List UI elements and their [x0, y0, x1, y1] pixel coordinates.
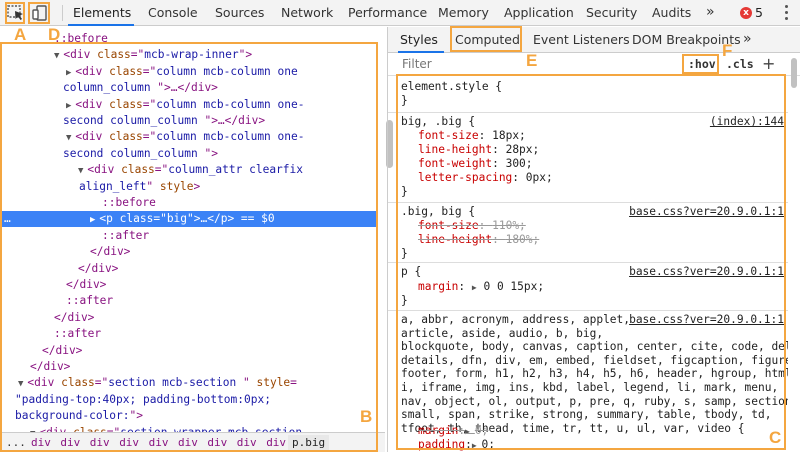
error-icon[interactable]: x — [740, 7, 752, 19]
annotation-label-d: D — [48, 25, 61, 44]
tab-console[interactable]: Console — [148, 0, 198, 26]
styles-scrollbar[interactable] — [791, 58, 797, 88]
tab-memory[interactable]: Memory — [438, 0, 489, 26]
more-tabs-chevron-icon[interactable]: » — [743, 27, 752, 52]
tab-network[interactable]: Network — [281, 0, 333, 26]
new-rule-plus-icon[interactable]: + — [762, 54, 775, 73]
tab-security[interactable]: Security — [586, 0, 637, 26]
more-tabs-chevron-icon[interactable]: » — [706, 0, 715, 26]
tab-styles[interactable]: Styles — [400, 27, 438, 52]
annotation-box-b — [0, 42, 378, 452]
annotation-box-e — [450, 26, 522, 52]
toolbar-divider — [62, 5, 63, 21]
annotation-label-e: E — [526, 51, 538, 70]
annotation-label-b: B — [360, 407, 373, 426]
annotation-label-f: F — [722, 41, 733, 60]
kebab-menu-icon[interactable] — [785, 5, 789, 21]
annotation-box-a — [5, 2, 25, 24]
annotation-box-c — [396, 74, 786, 450]
devtools-toolbar: Elements Console Sources Network Perform… — [0, 0, 800, 26]
styles-filter-bar: :hov .cls + — [388, 54, 800, 76]
filter-input[interactable] — [402, 57, 602, 71]
active-tab-indicator — [68, 24, 134, 26]
annotation-box-f — [682, 54, 719, 74]
error-count[interactable]: 5 — [755, 0, 763, 25]
tab-performance[interactable]: Performance — [348, 0, 427, 26]
annotation-label-c: C — [769, 428, 782, 447]
tab-audits[interactable]: Audits — [652, 0, 691, 26]
annotation-label-a: A — [14, 25, 27, 44]
annotation-box-d — [28, 2, 50, 24]
tab-sources[interactable]: Sources — [215, 0, 264, 26]
tab-elements[interactable]: Elements — [73, 0, 131, 26]
tab-application[interactable]: Application — [504, 0, 574, 26]
active-subtab-indicator — [398, 51, 444, 53]
tab-event-listeners[interactable]: Event Listeners — [533, 27, 630, 52]
